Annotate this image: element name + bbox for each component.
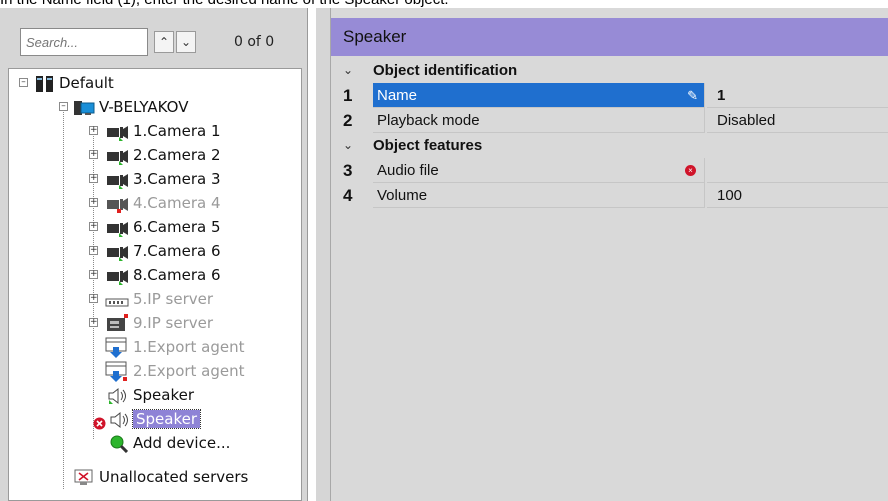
expand-icon[interactable]: +: [89, 318, 98, 327]
tree-item-default[interactable]: – Default: [9, 71, 299, 95]
tree-label: 4.Camera 4: [133, 194, 221, 212]
expand-icon[interactable]: +: [89, 198, 98, 207]
property-name: Volume: [373, 183, 705, 208]
unallocated-server-icon: [73, 469, 95, 494]
search-add-icon: [109, 435, 129, 460]
tree-item-add-device[interactable]: Add device...: [9, 431, 299, 455]
tree-label: 2.Export agent: [133, 362, 245, 380]
expand-icon[interactable]: +: [89, 270, 98, 279]
property-name-text: Audio file: [377, 162, 439, 179]
tree-label: 2.Camera 2: [133, 146, 221, 164]
properties-content: Speaker ⌄ Object identification 1 Name ✎…: [330, 8, 888, 501]
search-input[interactable]: [20, 28, 148, 56]
tree-item-export-agent[interactable]: 2.Export agent: [9, 359, 299, 383]
property-row-playback-mode[interactable]: 2 Playback mode Disabled: [331, 108, 888, 133]
tree-label: 9.IP server: [133, 314, 214, 332]
volume-value[interactable]: 100: [707, 183, 888, 208]
row-number: 1: [343, 86, 353, 105]
row-number: 3: [343, 161, 353, 180]
tree-item-ip-server[interactable]: + 5.IP server: [9, 287, 299, 311]
selected-tree-label: Speaker: [131, 409, 202, 429]
error-icon: ×: [685, 165, 696, 176]
collapse-icon[interactable]: –: [59, 102, 68, 111]
tree-label: 6.Camera 5: [133, 218, 221, 236]
expand-icon[interactable]: +: [89, 150, 98, 159]
chevron-down-icon[interactable]: ⌄: [343, 133, 353, 158]
playback-mode-value[interactable]: Disabled: [707, 108, 888, 133]
expand-icon[interactable]: +: [89, 294, 98, 303]
caption-strip: In the Name field (1), enter the desired…: [0, 0, 888, 8]
search-prev-button[interactable]: ⌃: [154, 31, 174, 53]
property-name: Playback mode: [373, 108, 705, 133]
tree-label: 5.IP server: [133, 290, 214, 308]
chevron-up-icon: ⌃: [158, 35, 170, 49]
property-row-volume[interactable]: 4 Volume 100: [331, 183, 888, 208]
group-object-features[interactable]: ⌄ Object features: [331, 133, 888, 158]
group-object-identification[interactable]: ⌄ Object identification: [331, 58, 888, 83]
tree-label: Add device...: [133, 434, 231, 452]
tree-item-camera[interactable]: + 7.Camera 6: [9, 239, 299, 263]
property-name: Name ✎: [373, 83, 705, 108]
expand-icon[interactable]: +: [89, 174, 98, 183]
tree-label: Speaker: [133, 386, 195, 404]
tree-label: 1.Export agent: [133, 338, 245, 356]
group-label: Object features: [373, 137, 483, 154]
chevron-down-icon: ⌄: [180, 35, 192, 49]
search-next-button[interactable]: ⌄: [176, 31, 196, 53]
tree-item-server[interactable]: – V-BELYAKOV: [9, 95, 299, 119]
property-name: Audio file ×: [373, 158, 705, 183]
group-label: Object identification: [373, 62, 518, 79]
tree-item-camera[interactable]: + 8.Camera 6: [9, 263, 299, 287]
pencil-icon[interactable]: ✎: [687, 83, 698, 108]
name-value-field[interactable]: 1: [707, 83, 888, 108]
tree-label-default: Default: [59, 74, 114, 92]
tree-item-ip-device[interactable]: + 9.IP server: [9, 311, 299, 335]
tree-item-export-agent[interactable]: 1.Export agent: [9, 335, 299, 359]
tree-item-camera[interactable]: + 1.Camera 1: [9, 119, 299, 143]
tree-item-camera[interactable]: + 2.Camera 2: [9, 143, 299, 167]
tree-label: Unallocated servers: [99, 468, 249, 486]
tree-label: 8.Camera 6: [133, 266, 221, 284]
object-tree: – Default – V-BELYAKOV + 1.Camera 1 + 2.…: [8, 68, 302, 501]
collapse-icon[interactable]: –: [19, 78, 28, 87]
tree-item-speaker-selected[interactable]: Speaker: [9, 407, 299, 431]
search-count: 0 of 0: [234, 34, 275, 50]
property-name-text: Name: [377, 87, 418, 104]
chevron-down-icon[interactable]: ⌄: [343, 58, 353, 83]
search-bar: ⌃ ⌄ 0 of 0: [12, 28, 296, 58]
tree-item-camera[interactable]: + 6.Camera 5: [9, 215, 299, 239]
tree-label: 3.Camera 3: [133, 170, 221, 188]
tree-item-unallocated-servers[interactable]: Unallocated servers: [9, 465, 299, 489]
tree-label-server: V-BELYAKOV: [99, 98, 189, 116]
properties-panel: Speaker ⌄ Object identification 1 Name ✎…: [316, 8, 888, 501]
tree-label: 1.Camera 1: [133, 122, 221, 140]
caption-text: In the Name field (1), enter the desired…: [0, 0, 449, 8]
expand-icon[interactable]: +: [89, 246, 98, 255]
tree-item-speaker[interactable]: Speaker: [9, 383, 299, 407]
tree-item-camera[interactable]: + 4.Camera 4: [9, 191, 299, 215]
tree-item-camera[interactable]: + 3.Camera 3: [9, 167, 299, 191]
tree-label: Speaker: [131, 407, 202, 431]
audio-file-value[interactable]: [707, 158, 888, 183]
tree-label: 7.Camera 6: [133, 242, 221, 260]
expand-icon[interactable]: +: [89, 126, 98, 135]
row-number: 4: [343, 186, 353, 205]
object-tree-panel: ⌃ ⌄ 0 of 0 – Default – V-BELYAKOV: [0, 8, 308, 501]
property-row-name[interactable]: 1 Name ✎ 1: [331, 83, 888, 108]
property-row-audio-file[interactable]: 3 Audio file ×: [331, 158, 888, 183]
expand-icon[interactable]: +: [89, 222, 98, 231]
row-number: 2: [343, 111, 353, 130]
panel-title: Speaker: [331, 18, 888, 56]
